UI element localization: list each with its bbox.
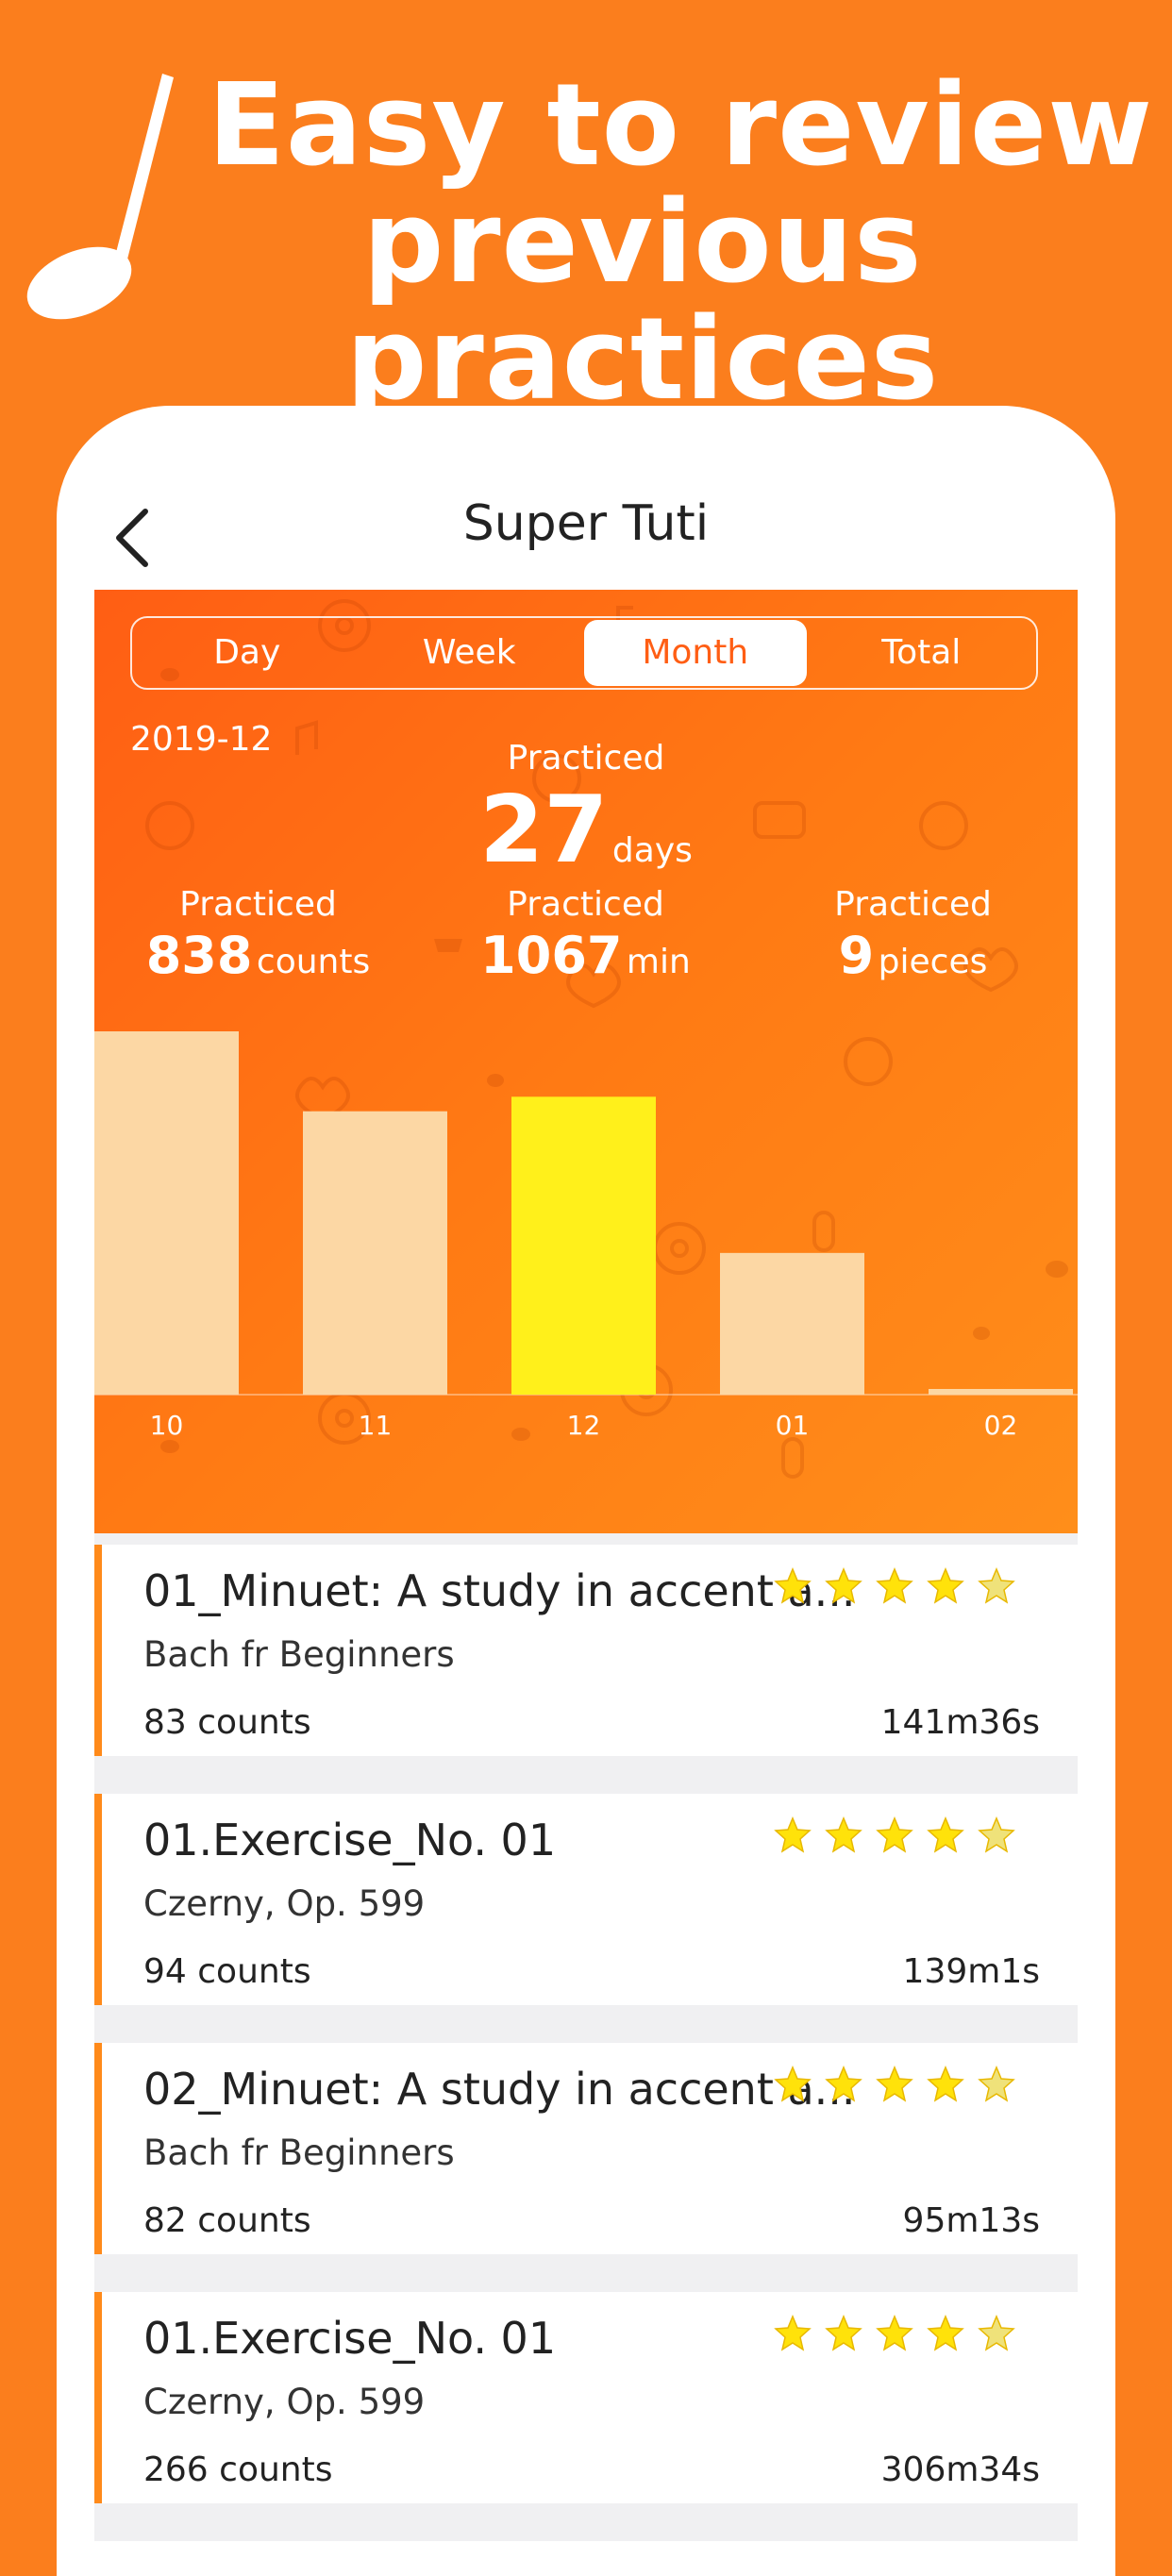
chart-tick-label: 01 bbox=[776, 1410, 810, 1441]
star-icon bbox=[774, 2315, 812, 2351]
days-value: 27 bbox=[479, 777, 609, 884]
list-divider bbox=[94, 2254, 1078, 2292]
star-icon bbox=[774, 2066, 812, 2102]
practice-list: 01_Minuet: A study in accent a... Bach fr… bbox=[94, 1533, 1078, 2541]
practice-title: 01.Exercise_No. 01 bbox=[143, 1815, 557, 1865]
star-icon bbox=[876, 1816, 913, 1853]
star-icon bbox=[927, 1567, 964, 1604]
tab-day[interactable]: Day bbox=[136, 620, 359, 686]
pieces-stat: Practiced 9 pieces bbox=[749, 885, 1077, 985]
page-title: Super Tuti bbox=[462, 495, 710, 552]
minutes-label: Practiced bbox=[507, 885, 664, 924]
practice-duration: 95m13s bbox=[902, 2201, 1040, 2240]
star-icon bbox=[978, 1567, 1015, 1604]
star-icon bbox=[978, 1816, 1015, 1853]
tab-month[interactable]: Month bbox=[584, 620, 807, 686]
star-rating bbox=[774, 1567, 1015, 1605]
chart-bar-12[interactable] bbox=[511, 1096, 656, 1395]
days-practiced: 27 days bbox=[94, 777, 1078, 884]
chart-bar-10[interactable] bbox=[94, 1031, 239, 1395]
list-divider bbox=[94, 2005, 1078, 2043]
practice-duration: 139m1s bbox=[902, 1952, 1040, 1991]
star-icon bbox=[927, 2315, 964, 2351]
nav-bar: Super Tuti bbox=[57, 406, 1115, 590]
star-icon bbox=[978, 2066, 1015, 2102]
chart-tick-label: 02 bbox=[984, 1410, 1018, 1441]
star-icon bbox=[825, 1816, 862, 1853]
tab-total[interactable]: Total bbox=[811, 620, 1033, 686]
minutes-stat: Practiced 1067 min bbox=[422, 885, 749, 985]
list-divider bbox=[94, 2503, 1078, 2541]
pieces-label: Practiced bbox=[834, 885, 992, 924]
practice-counts: 82 counts bbox=[143, 2201, 311, 2240]
stats-panel: Day Week Month Total 2019-12 Practiced 2… bbox=[94, 590, 1078, 1533]
practice-item[interactable]: 02_Minuet: A study in accent a... Bach fr… bbox=[94, 2043, 1078, 2254]
practice-item[interactable]: 01.Exercise_No. 01 Czerny, Op. 599 266 cou… bbox=[94, 2292, 1078, 2503]
promo-headline: Easy to review previous practices bbox=[151, 68, 1172, 419]
practice-book: Czerny, Op. 599 bbox=[143, 1883, 426, 1924]
star-icon bbox=[825, 2315, 862, 2351]
period-tabs: Day Week Month Total bbox=[130, 616, 1038, 690]
counts-value: 838 bbox=[145, 926, 253, 985]
star-icon bbox=[978, 2315, 1015, 2351]
practice-book: Czerny, Op. 599 bbox=[143, 2382, 426, 2422]
practice-title: 01.Exercise_No. 01 bbox=[143, 2313, 557, 2364]
chart-bar-01[interactable] bbox=[720, 1252, 864, 1395]
star-icon bbox=[876, 2315, 913, 2351]
practice-duration: 141m36s bbox=[880, 1703, 1040, 1742]
counts-stat: Practiced 838 counts bbox=[94, 885, 422, 985]
star-rating bbox=[774, 2066, 1015, 2103]
counts-label: Practiced bbox=[179, 885, 337, 924]
practice-book: Bach fr Beginners bbox=[143, 2133, 455, 2173]
promo-banner: Easy to review previous practices bbox=[0, 0, 1172, 419]
star-icon bbox=[774, 1816, 812, 1853]
days-unit: days bbox=[611, 831, 693, 870]
pieces-value: 9 bbox=[838, 926, 875, 985]
headline-line-1: Easy to review bbox=[207, 60, 1154, 192]
practice-duration: 306m34s bbox=[880, 2451, 1040, 2489]
star-icon bbox=[825, 2066, 862, 2102]
chart-bar-11[interactable] bbox=[303, 1111, 447, 1395]
star-rating bbox=[774, 2315, 1015, 2352]
star-icon bbox=[876, 1567, 913, 1604]
pieces-unit: pieces bbox=[878, 943, 988, 981]
practice-counts: 83 counts bbox=[143, 1703, 311, 1742]
practice-counts: 266 counts bbox=[143, 2451, 333, 2489]
minutes-unit: min bbox=[626, 943, 691, 981]
star-icon bbox=[774, 1567, 812, 1604]
chart-bar-02[interactable] bbox=[929, 1389, 1073, 1395]
star-rating bbox=[774, 1816, 1015, 1854]
chart-tick-label: 11 bbox=[359, 1410, 393, 1441]
list-divider bbox=[94, 1756, 1078, 1794]
practice-title: 02_Minuet: A study in accent a... bbox=[143, 2064, 856, 2115]
monthly-bar-chart: 10 11 12 01 02 bbox=[94, 1031, 1078, 1441]
chart-tick-label: 12 bbox=[567, 1410, 601, 1441]
star-icon bbox=[927, 2066, 964, 2102]
practice-book: Bach fr Beginners bbox=[143, 1634, 455, 1675]
headline-line-2: previous practices bbox=[345, 177, 940, 426]
phone-screen: Super Tuti Day Week Month Total 2019-12 … bbox=[57, 406, 1115, 2576]
list-divider bbox=[94, 1533, 1078, 1545]
counts-unit: counts bbox=[256, 943, 371, 981]
practice-title: 01_Minuet: A study in accent a... bbox=[143, 1565, 856, 1616]
days-practiced-label: Practiced bbox=[507, 739, 665, 778]
practice-item[interactable]: 01.Exercise_No. 01 Czerny, Op. 599 94 coun… bbox=[94, 1794, 1078, 2005]
star-icon bbox=[825, 1567, 862, 1604]
minutes-value: 1067 bbox=[480, 926, 623, 985]
star-icon bbox=[876, 2066, 913, 2102]
practice-counts: 94 counts bbox=[143, 1952, 311, 1991]
chart-tick-label: 10 bbox=[150, 1410, 184, 1441]
tab-week[interactable]: Week bbox=[359, 620, 581, 686]
star-icon bbox=[927, 1816, 964, 1853]
practice-item[interactable]: 01_Minuet: A study in accent a... Bach fr… bbox=[94, 1545, 1078, 1756]
